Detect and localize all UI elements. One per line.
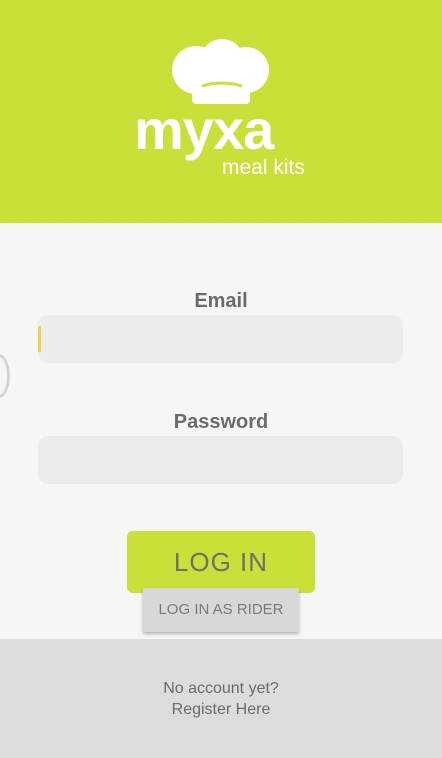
email-label: Email [194, 290, 248, 312]
text-caret [38, 326, 41, 352]
email-field[interactable] [38, 315, 403, 363]
password-field[interactable] [38, 436, 403, 484]
login-button[interactable]: LOG IN [127, 531, 315, 593]
footer: No account yet? Register Here [0, 639, 442, 758]
no-account-text: No account yet? [163, 680, 279, 697]
password-label: Password [173, 411, 269, 433]
header-banner: myxa meal kits [0, 0, 442, 223]
login-as-rider-button[interactable]: LOG IN AS RIDER [143, 588, 299, 632]
register-link[interactable]: Register Here [0, 701, 442, 719]
brand-tagline: meal kits [222, 156, 305, 179]
brand-wordmark: myxa [134, 98, 274, 161]
